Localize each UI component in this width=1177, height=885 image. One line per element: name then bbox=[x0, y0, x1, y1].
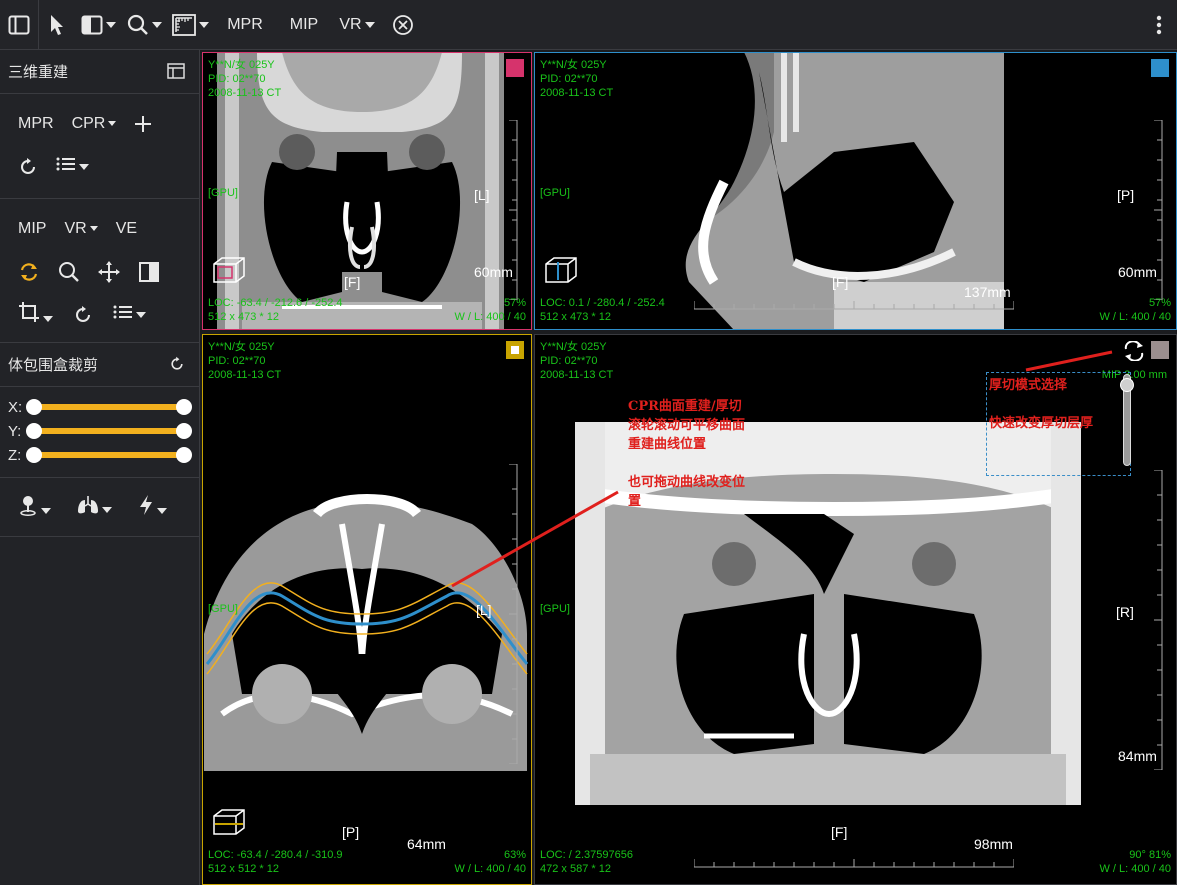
annotation-thick-mode: 厚切模式选择 bbox=[989, 378, 1068, 393]
annotation-drag-line1: 也可拖动曲线改变位 bbox=[628, 475, 746, 490]
annotation-arrow-thick bbox=[1025, 350, 1113, 372]
annotation-drag-line2: 置 bbox=[628, 494, 642, 509]
annotation-cpr-line3: 重建曲线位置 bbox=[628, 437, 707, 452]
annotation-arrows bbox=[451, 350, 1113, 588]
annotation-cpr-line1: CPR曲面重建/厚切 bbox=[628, 399, 742, 414]
annotation-thick-fast: 快速改变厚切层厚 bbox=[989, 416, 1094, 431]
annotation-arrow-cpr bbox=[451, 490, 619, 588]
annotation-cpr-line2: 滚轮滚动可平移曲面 bbox=[628, 418, 746, 433]
